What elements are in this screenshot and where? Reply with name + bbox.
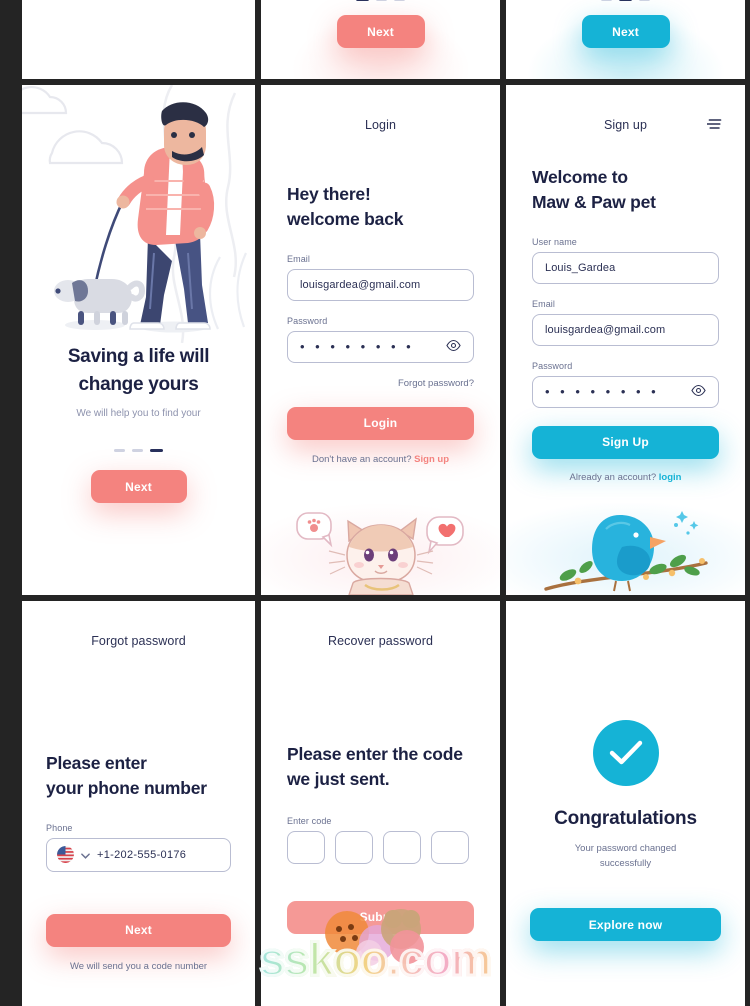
login-prompt-text: Already an account? — [570, 472, 657, 483]
card-signup: Sign up Welcome to Maw & Paw pet User na… — [506, 85, 745, 595]
code-digit-input[interactable] — [383, 831, 421, 864]
email-field[interactable]: louisgardea@gmail.com — [287, 269, 474, 301]
explore-now-button[interactable]: Explore now — [530, 908, 721, 941]
watermark-blobs — [281, 907, 481, 972]
next-button[interactable]: Next — [582, 15, 670, 48]
page-title-line2: change yours — [40, 371, 237, 399]
screen-title: Forgot password — [22, 601, 255, 648]
page-title: Congratulations — [530, 808, 721, 830]
pagination-dash[interactable] — [639, 0, 650, 1]
card-onboarding-partial-1: Next — [261, 0, 500, 79]
screen-title: Login — [261, 85, 500, 132]
blue-bird-on-branch-illustration — [506, 503, 745, 595]
email-label: Email — [532, 299, 719, 309]
card-onboarding-partial-2: Next — [506, 0, 745, 79]
cat-with-speech-bubbles-illustration — [261, 503, 500, 595]
phone-value: +1-202-555-0176 — [97, 849, 186, 861]
email-field[interactable]: louisgardea@gmail.com — [532, 314, 719, 346]
username-label: User name — [532, 237, 719, 247]
us-flag-icon — [57, 846, 74, 863]
next-button[interactable]: Next — [46, 914, 231, 947]
signup-prompt: Don't have an account? Sign up — [287, 454, 474, 465]
signup-button[interactable]: Sign Up — [532, 426, 719, 459]
login-button[interactable]: Login — [287, 407, 474, 440]
password-value: • • • • • • • • — [545, 385, 659, 398]
forgot-headline: Please enter — [46, 751, 231, 776]
login-headline: Hey there! — [287, 182, 474, 207]
recover-headline: Please enter the code — [287, 742, 474, 767]
pagination-dots — [601, 0, 650, 1]
pagination-dash[interactable] — [601, 0, 612, 1]
password-value: • • • • • • • • — [300, 340, 414, 353]
code-input-row — [287, 831, 474, 864]
pagination-dash[interactable] — [376, 0, 387, 1]
phone-label: Phone — [46, 823, 231, 833]
man-walking-dog-illustration — [22, 85, 255, 343]
pagination-dash[interactable] — [356, 0, 369, 1]
signup-headline-line2: Maw & Paw pet — [532, 190, 719, 215]
pagination-dash[interactable] — [114, 449, 125, 452]
pagination-dash[interactable] — [150, 449, 163, 452]
pagination-dash[interactable] — [394, 0, 405, 1]
card-onboarding: Saving a life will change yours We will … — [22, 85, 255, 595]
username-value: Louis_Gardea — [545, 262, 615, 274]
card-blank-top-left — [22, 0, 255, 79]
congrats-subtitle-line1: Your password changed — [530, 842, 721, 857]
email-label: Email — [287, 254, 474, 264]
page-subtitle: We will help you to find your — [40, 408, 237, 419]
password-field[interactable]: • • • • • • • • — [287, 331, 474, 363]
pagination-dash[interactable] — [132, 449, 143, 452]
page-title: Saving a life will — [40, 343, 237, 371]
code-digit-input[interactable] — [431, 831, 469, 864]
signup-link[interactable]: Sign up — [414, 454, 449, 465]
email-value: louisgardea@gmail.com — [300, 279, 420, 291]
eye-icon[interactable] — [446, 338, 461, 356]
card-recover-password: Recover password Please enter the code w… — [261, 601, 500, 1006]
card-congratulations: Congratulations Your password changed su… — [506, 601, 745, 1006]
email-value: louisgardea@gmail.com — [545, 324, 665, 336]
code-digit-input[interactable] — [335, 831, 373, 864]
screen-title: Recover password — [261, 601, 500, 648]
chevron-down-icon[interactable] — [81, 846, 90, 864]
mockup-grid: Next Next — [0, 0, 750, 1000]
pagination-dash[interactable] — [619, 0, 632, 1]
login-link[interactable]: login — [659, 472, 682, 483]
recover-headline-line2: we just sent. — [287, 767, 474, 792]
code-label: Enter code — [287, 816, 474, 826]
forgot-headline-line2: your phone number — [46, 776, 231, 801]
password-field[interactable]: • • • • • • • • — [532, 376, 719, 408]
forgot-password-link[interactable]: Forgot password? — [398, 378, 474, 389]
eye-icon[interactable] — [691, 383, 706, 401]
card-forgot-password: Forgot password Please enter your phone … — [22, 601, 255, 1006]
helper-text: We will send you a code number — [46, 961, 231, 972]
username-field[interactable]: Louis_Gardea — [532, 252, 719, 284]
next-button[interactable]: Next — [91, 470, 187, 503]
signup-prompt-text: Don't have an account? — [312, 454, 412, 465]
password-label: Password — [287, 316, 474, 326]
phone-field[interactable]: +1-202-555-0176 — [46, 838, 231, 872]
congrats-subtitle-line2: successfully — [530, 857, 721, 872]
congrats-subtitle: Your password changed successfully — [530, 842, 721, 871]
login-headline-line2: welcome back — [287, 207, 474, 232]
login-prompt: Already an account? login — [532, 472, 719, 483]
pagination-dots — [356, 0, 405, 1]
next-button[interactable]: Next — [337, 15, 425, 48]
signup-headline: Welcome to — [532, 165, 719, 190]
password-label: Password — [532, 361, 719, 371]
code-digit-input[interactable] — [287, 831, 325, 864]
filter-menu-icon[interactable] — [707, 117, 723, 136]
card-login: Login Hey there! welcome back Email loui… — [261, 85, 500, 595]
check-circle-icon — [593, 720, 659, 786]
pagination-dots — [22, 449, 255, 452]
